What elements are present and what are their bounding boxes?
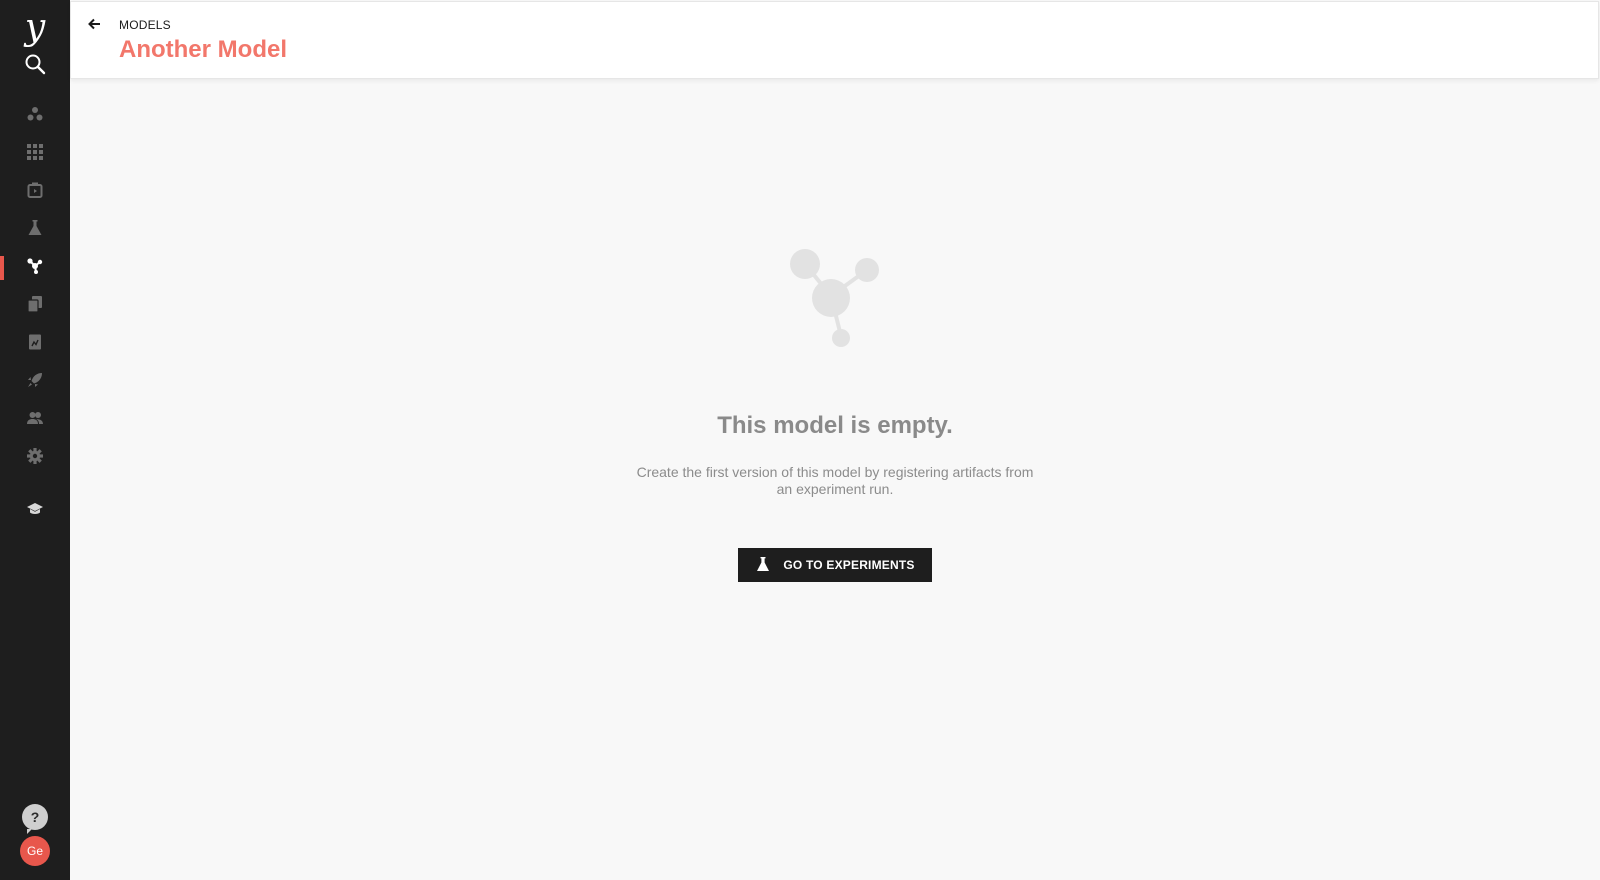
nav-settings[interactable] xyxy=(0,445,70,471)
notebooks-icon xyxy=(26,333,44,356)
nav-learn[interactable] xyxy=(0,498,70,524)
page-header: MODELS Another Model xyxy=(70,1,1599,79)
go-to-experiments-label: GO TO EXPERIMENTS xyxy=(783,558,915,572)
settings-gear-icon xyxy=(26,447,44,470)
learn-graduation-cap-icon xyxy=(26,500,44,523)
reports-icon xyxy=(26,295,44,318)
empty-state: This model is empty. Create the first ve… xyxy=(70,80,1600,880)
nav-workspaces[interactable] xyxy=(0,179,70,205)
nav-notebooks[interactable] xyxy=(0,331,70,357)
workspaces-icon xyxy=(26,181,44,204)
search-icon[interactable] xyxy=(23,52,47,76)
help-button[interactable]: ? xyxy=(22,804,48,834)
app-logo[interactable]: y xyxy=(0,8,70,48)
nav-deployments[interactable] xyxy=(0,369,70,395)
projects-icon xyxy=(26,105,44,128)
sidebar: y ? Ge xyxy=(0,0,70,880)
model-illustration-icon xyxy=(781,240,889,350)
breadcrumb[interactable]: MODELS xyxy=(119,18,171,32)
page-title: Another Model xyxy=(119,36,287,63)
models-icon xyxy=(26,257,44,280)
nav-experiments[interactable] xyxy=(0,217,70,243)
nav-models[interactable] xyxy=(0,255,70,281)
deployments-rocket-icon xyxy=(26,371,44,394)
flask-icon xyxy=(755,556,771,575)
empty-state-description: Create the first version of this model b… xyxy=(636,464,1034,497)
users-icon xyxy=(26,409,44,432)
datasets-icon xyxy=(26,143,44,166)
user-avatar[interactable]: Ge xyxy=(20,836,50,866)
nav-datasets[interactable] xyxy=(0,141,70,167)
nav-users[interactable] xyxy=(0,407,70,433)
experiments-flask-icon xyxy=(26,219,44,242)
nav-projects[interactable] xyxy=(0,103,70,129)
go-to-experiments-button[interactable]: GO TO EXPERIMENTS xyxy=(738,548,932,582)
back-arrow-icon[interactable] xyxy=(87,16,103,32)
nav-reports[interactable] xyxy=(0,293,70,319)
empty-state-title: This model is empty. xyxy=(717,412,953,439)
